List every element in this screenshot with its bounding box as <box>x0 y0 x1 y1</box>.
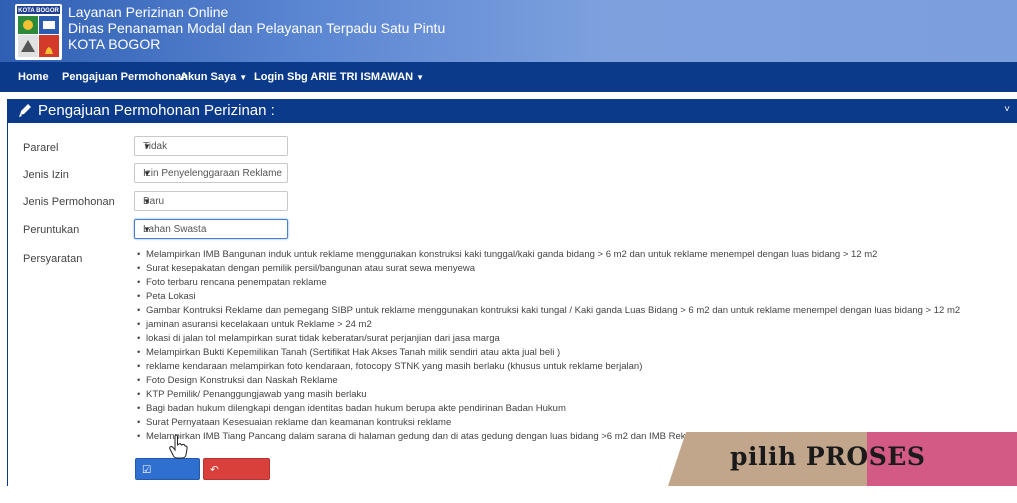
jenis-permohonan-select[interactable]: Baru ▼ <box>134 191 288 211</box>
top-navbar: Home Pengajuan Permohonan Akun Saya ▼ Log… <box>0 62 1017 92</box>
chevron-down-icon[interactable]: ˅ <box>1004 104 1010 115</box>
caret-down-icon: ▼ <box>416 73 425 82</box>
agency-name: Dinas Penanaman Modal dan Pelayanan Terp… <box>68 20 446 36</box>
peruntukan-label: Peruntukan <box>23 224 80 236</box>
nav-akun-label: Akun Saya <box>180 71 237 83</box>
dropdown-arrow-icon: ▼ <box>143 197 151 206</box>
dropdown-arrow-icon: ▼ <box>143 169 151 178</box>
peruntukan-select[interactable]: Lahan Swasta ▼ <box>134 219 288 239</box>
kembali-label: KEMBALI <box>210 486 256 498</box>
pararel-label: Pararel <box>23 142 59 154</box>
nav-login-user[interactable]: Login Sbg ARIE TRI ISMAWAN ▼ <box>254 62 424 92</box>
list-item: Peta Lokasi <box>134 290 1014 304</box>
hand-pointer-cursor-icon <box>169 434 188 459</box>
list-item: Melampirkan IMB Bangunan induk untuk rek… <box>134 248 1014 262</box>
jenis-izin-label: Jenis Izin <box>23 169 69 181</box>
pararel-select[interactable]: Tidak ▼ <box>134 136 288 156</box>
list-item: Melampirkan Bukti Kepemilikan Tanah (Ser… <box>134 346 1014 360</box>
dropdown-arrow-icon: ▼ <box>143 142 151 151</box>
city-name: KOTA BOGOR <box>68 36 161 52</box>
logo-text: KOTA BOGOR <box>18 8 59 14</box>
banner-caption: pilih PROSES <box>730 442 926 471</box>
application-panel: Pengajuan Permohonan Perizinan : ˅ Parar… <box>7 99 1017 498</box>
persyaratan-label: Persyaratan <box>23 253 83 265</box>
jenis-permohonan-label: Jenis Permohonan <box>23 196 115 208</box>
list-item: Surat kesepakatan dengan pemilik persil/… <box>134 262 1014 276</box>
reply-arrow-icon: ↶ <box>210 464 219 476</box>
proses-label: PROSES <box>142 486 186 498</box>
kembali-button[interactable]: ↶ KEMBALI <box>203 458 270 498</box>
list-item: Gambar Kontruksi Reklame dan pemegang SI… <box>134 304 1014 318</box>
kota-bogor-logo: KOTA BOGOR <box>15 4 62 60</box>
site-header: KOTA BOGOR Layanan Perizinan Online Dina… <box>0 0 1017 62</box>
list-item: Foto terbaru rencana penempatan reklame <box>134 276 1014 290</box>
nav-akun-saya[interactable]: Akun Saya ▼ <box>180 62 247 92</box>
pencil-icon <box>19 104 31 117</box>
list-item: KTP Pemilik/ Penanggungjawab yang masih … <box>134 388 1014 402</box>
list-item: reklame kendaraan melampirkan foto kenda… <box>134 360 1014 374</box>
list-item: Foto Design Konstruksi dan Naskah Reklam… <box>134 374 1014 388</box>
panel-title: Pengajuan Permohonan Perizinan : <box>38 102 275 119</box>
caret-down-icon: ▼ <box>239 73 248 82</box>
login-prefix: Login Sbg <box>254 71 308 83</box>
requirements-list: Melampirkan IMB Bangunan induk untuk rek… <box>134 248 1014 444</box>
list-item: Surat Pernyataan Kesesuaian reklame dan … <box>134 416 1014 430</box>
dropdown-arrow-icon: ▼ <box>143 225 151 234</box>
app-title: Layanan Perizinan Online <box>68 4 229 20</box>
nav-home[interactable]: Home <box>18 62 49 92</box>
caption-banner: pilih PROSES <box>668 432 1017 486</box>
list-item: Bagi badan hukum dilengkapi dengan ident… <box>134 402 1014 416</box>
panel-header: Pengajuan Permohonan Perizinan : ˅ <box>8 99 1017 123</box>
list-item: lokasi di jalan tol melampirkan surat ti… <box>134 332 1014 346</box>
jenis-izin-select[interactable]: Izin Penyelenggaraan Reklame ▼ <box>134 163 288 183</box>
check-square-icon: ☑ <box>142 464 152 476</box>
proses-button[interactable]: ☑ PROSES <box>135 458 200 498</box>
nav-pengajuan-permohonan[interactable]: Pengajuan Permohonan <box>62 62 188 92</box>
list-item: jaminan asuransi kecelakaan untuk Reklam… <box>134 318 1014 332</box>
login-username: ARIE TRI ISMAWAN <box>310 71 414 83</box>
